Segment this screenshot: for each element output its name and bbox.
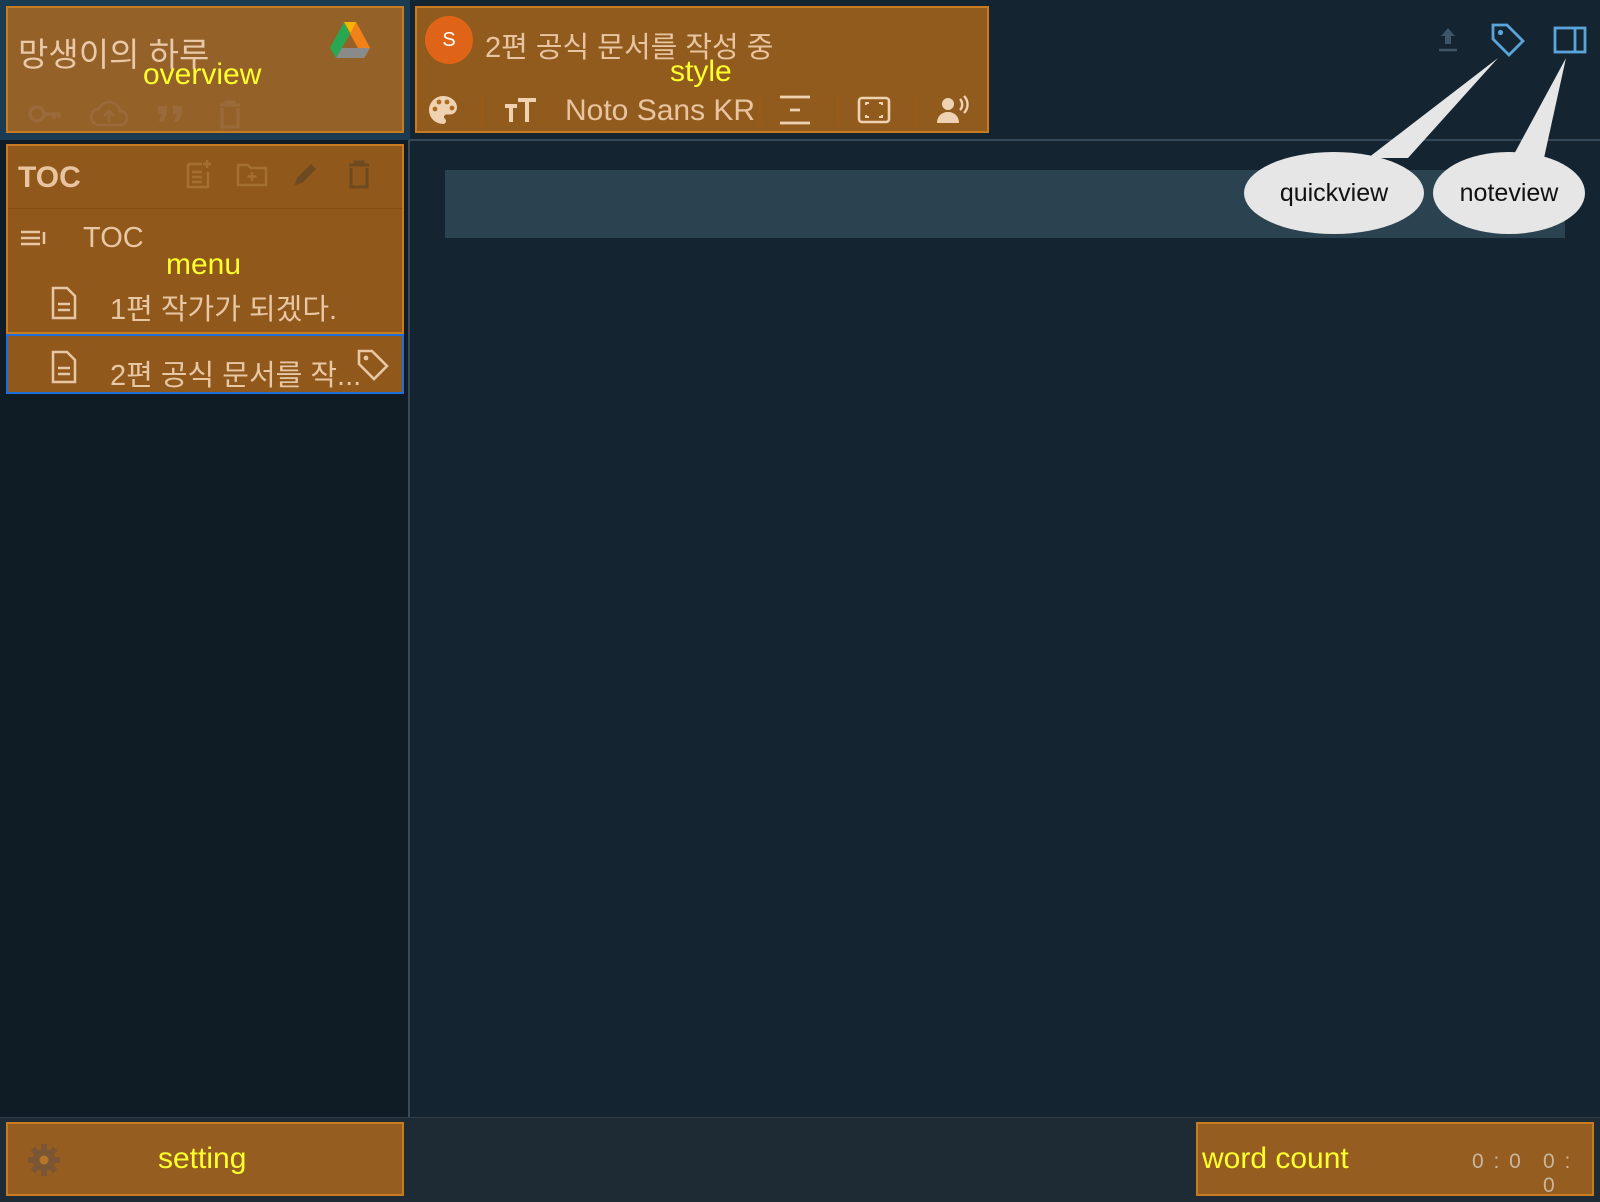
tts-icon[interactable]	[935, 92, 971, 128]
toc-root-label[interactable]: TOC	[83, 222, 144, 255]
avatar[interactable]: S	[425, 16, 473, 64]
add-note-icon[interactable]	[184, 158, 214, 190]
toc-item-1[interactable]: 1편 작가가 되겠다.	[110, 286, 337, 328]
gear-icon[interactable]	[26, 1142, 62, 1178]
setting-panel: setting	[6, 1122, 404, 1196]
edit-pencil-icon[interactable]	[290, 158, 320, 190]
cloud-upload-icon[interactable]	[89, 98, 129, 130]
add-folder-icon[interactable]	[235, 158, 269, 190]
setting-label: setting	[158, 1142, 247, 1175]
quickview-callout: quickview	[1244, 152, 1424, 234]
panel-icon[interactable]	[1552, 22, 1588, 58]
overview-label: overview	[143, 58, 262, 91]
document-icon	[50, 286, 78, 320]
toolbar-separator	[915, 96, 917, 126]
trash-icon[interactable]	[344, 158, 374, 190]
toc-item-selected[interactable]: 2편 공식 문서를 작...	[6, 334, 404, 394]
toc-item-2[interactable]: 2편 공식 문서를 작...	[110, 352, 361, 394]
trash-icon[interactable]	[213, 98, 247, 130]
editor-area[interactable]	[412, 141, 1600, 1117]
word-count-value: 0 : 0	[1472, 1150, 1523, 1173]
overview-panel: 망생이의 하루 overview	[6, 6, 404, 133]
line-spacing-icon[interactable]	[777, 92, 813, 128]
tag-icon[interactable]	[1490, 22, 1526, 58]
toc-divider	[8, 208, 402, 209]
toc-list-icon[interactable]	[20, 228, 50, 252]
menu-label: menu	[166, 248, 242, 281]
style-panel: S 2편 공식 문서를 작성 중 style Noto Sans KR	[415, 6, 989, 133]
style-label: style	[670, 55, 732, 88]
tag-icon[interactable]	[356, 348, 390, 382]
toolbar-separator	[481, 96, 483, 126]
font-name[interactable]: Noto Sans KR	[565, 94, 755, 128]
toc-panel: TOC TOC menu 1편 작가가 되겠다.	[6, 144, 404, 334]
drive-logo-icon[interactable]	[328, 20, 372, 60]
document-icon	[50, 350, 78, 384]
toolbar-separator	[759, 96, 761, 126]
export-icon[interactable]	[1430, 22, 1466, 58]
font-size-icon[interactable]	[503, 92, 539, 128]
toolbar-separator	[837, 96, 839, 126]
word-count-label: word count	[1202, 1142, 1349, 1175]
quote-icon[interactable]	[154, 98, 188, 130]
key-icon[interactable]	[28, 98, 62, 130]
palette-icon[interactable]	[425, 92, 461, 128]
margin-icon[interactable]	[856, 92, 892, 128]
word-count-panel: word count 0 : 0 0 : 0	[1196, 1122, 1594, 1197]
noteview-callout: noteview	[1433, 152, 1585, 234]
toc-title: TOC	[18, 161, 81, 194]
char-count-value: 0 : 0	[1543, 1150, 1573, 1197]
